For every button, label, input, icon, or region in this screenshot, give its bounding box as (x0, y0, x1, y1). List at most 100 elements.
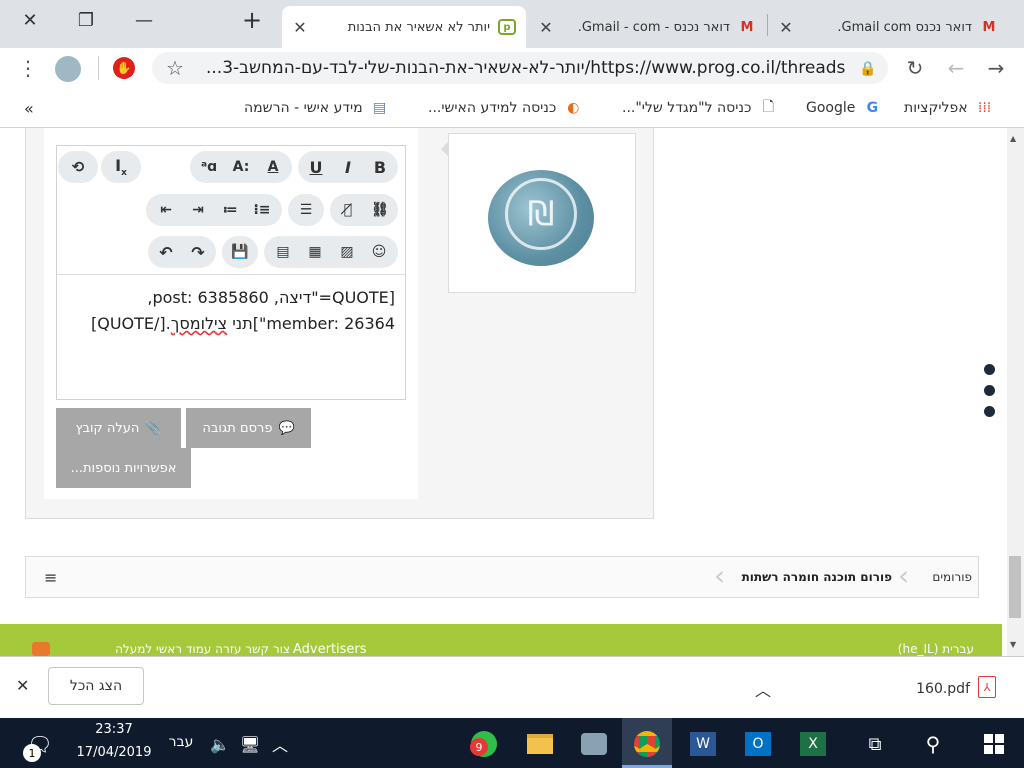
breadcrumb-forums[interactable]: פורומים (912, 570, 972, 584)
close-shelf-icon[interactable]: ✕ (16, 676, 32, 695)
tab-gmail-2[interactable]: M דואר נכנס - Gmail - com. ✕ (528, 6, 766, 48)
editor-line-1: [QUOTE="דיצה, post: 6385860, (147, 288, 395, 307)
clock-time[interactable]: 23:37 (66, 722, 162, 737)
scroll-up-icon[interactable]: ▲ (1010, 134, 1016, 143)
bold-button[interactable]: B (364, 158, 396, 177)
reload-icon[interactable]: ↻ (903, 56, 927, 80)
footer-advertisers[interactable]: Advertisers (293, 642, 373, 656)
insert-quote-button[interactable]: ▤ (267, 244, 299, 260)
bookmarks-overflow[interactable]: » (24, 97, 34, 119)
chevron-up-icon[interactable]: ︿ (755, 677, 775, 701)
bookmark-migdal[interactable]: 🗋 כניסה ל"מגדל שלי"... (622, 97, 777, 119)
font-family-button[interactable]: ᵃɑ (193, 159, 225, 175)
scroll-down-icon[interactable]: ▼ (1010, 640, 1016, 649)
excel-icon[interactable]: X (793, 724, 833, 764)
breadcrumb-chevron: ‹ (898, 559, 910, 592)
page-icon: 🗋 (762, 99, 774, 115)
link-button[interactable]: ⛓ (364, 202, 396, 218)
redo-button[interactable]: ↷ (182, 243, 214, 262)
tray-chevron-icon[interactable]: ︿ (260, 724, 300, 764)
page-dot[interactable] (984, 406, 995, 417)
tab-divider (767, 14, 768, 36)
back-icon[interactable]: → (984, 56, 1008, 80)
rss-icon[interactable] (32, 642, 50, 656)
bookmark-google[interactable]: G Google (806, 97, 881, 119)
bookmark-personal-info[interactable]: ◐ כניסה למידע האישי... (428, 97, 582, 119)
scrollbar-thumb[interactable] (1009, 556, 1021, 618)
whatsapp-badge: 9 (470, 738, 488, 756)
unlink-button[interactable]: ⛓̸ (332, 202, 364, 218)
lock-icon[interactable]: 🔒 (856, 57, 880, 81)
more-options-label: אפשרויות נוספות... (70, 460, 177, 476)
new-tab-icon[interactable]: + (226, 0, 278, 40)
insert-media-button[interactable]: ▦ (299, 244, 331, 260)
save-draft-button[interactable]: 💾 (222, 236, 258, 268)
toggle-bbcode-button[interactable]: ⟲ (58, 151, 98, 183)
bookmark-registration[interactable]: ▤ מידע אישי - הרשמה (244, 97, 389, 119)
page-dot[interactable] (984, 385, 995, 396)
bookmark-label: כניסה ל"מגדל שלי"... (622, 100, 752, 116)
google-icon: G (866, 100, 879, 116)
upload-file-button[interactable]: 📎 העלה קובץ (56, 408, 181, 448)
chrome-icon[interactable] (627, 724, 667, 764)
url-text[interactable]: https://www.prog.co.il/threads/יותר-לא-א… (206, 57, 856, 79)
tab-close-icon[interactable]: ✕ (292, 18, 308, 37)
footer-language[interactable]: עברית (he_IL) (880, 642, 974, 656)
show-all-button[interactable]: הצג הכל (48, 667, 144, 705)
insert-group: ▤ ▦ ▨ ☺ (264, 236, 398, 268)
apps-grid-icon: ⁞⁞⁞ (977, 100, 992, 116)
window-close-icon[interactable]: ✕ (2, 0, 58, 40)
word-icon[interactable]: W (683, 724, 723, 764)
list-group: ⇤ ⇥ ≔ ⁝≡ (146, 194, 282, 226)
tab-close-icon[interactable]: ✕ (538, 18, 554, 37)
outdent-button[interactable]: ⇤ (150, 202, 182, 218)
post-reply-button[interactable]: 💬 פרסם תגובה (186, 408, 311, 448)
font-color-button[interactable]: A (257, 159, 289, 175)
forward-icon[interactable]: ← (944, 56, 968, 80)
rich-text-editor[interactable] (56, 145, 406, 400)
start-windows-icon[interactable] (974, 724, 1014, 764)
tab-prog-active[interactable]: p יותר לא אשאיר את הבנות ✕ (282, 6, 526, 48)
footer-links[interactable]: צור קשר עזרה עמוד ראשי למעלה (62, 642, 290, 656)
window-minimize-icon[interactable]: — (116, 0, 172, 40)
tab-gmail-1[interactable]: M דואר נכנס Gmail com. ✕ (768, 6, 1008, 48)
tab-close-icon[interactable]: ✕ (778, 18, 794, 37)
bookmark-label: אפליקציות (904, 100, 968, 116)
more-options-button[interactable]: אפשרויות נוספות... (56, 448, 191, 488)
editor-content[interactable]: [QUOTE="דיצה, post: 6385860, member: 263… (70, 285, 395, 337)
breadcrumb-chevron: ‹ (714, 559, 726, 592)
input-language[interactable]: עבר (164, 734, 198, 750)
font-size-button[interactable]: A: (225, 159, 257, 175)
task-view-icon[interactable]: ⧉ (855, 724, 895, 764)
align-button[interactable]: ☰ (288, 194, 324, 226)
clock-date[interactable]: 17/04/2019 (66, 745, 162, 760)
photos-app-icon[interactable] (574, 724, 614, 764)
smiley-button[interactable]: ☺ (363, 244, 395, 260)
indent-button[interactable]: ⇥ (182, 202, 214, 218)
profile-avatar[interactable] (55, 56, 81, 82)
breadcrumb-current[interactable]: פורום תוכנה חומרה רשתות (730, 570, 892, 584)
page-dot[interactable] (984, 364, 995, 375)
window-restore-icon[interactable]: ❐ (58, 0, 114, 40)
history-group: ↶ ↷ (148, 236, 216, 268)
download-filename[interactable]: 160.pdf (890, 681, 970, 697)
file-explorer-icon[interactable] (520, 724, 560, 764)
tab-title: דואר נכנס - Gmail - com. (577, 19, 730, 35)
bookmark-star-icon[interactable]: ☆ (163, 56, 187, 80)
outlook-icon[interactable]: O (738, 724, 778, 764)
insert-image-button[interactable]: ▨ (331, 244, 363, 260)
numbered-list-button[interactable]: ≔ (214, 202, 246, 218)
menu-dots-icon[interactable]: ⋮ (16, 56, 40, 80)
undo-button[interactable]: ↶ (150, 243, 182, 262)
misspelled-word: צילומסך (170, 314, 228, 333)
adblock-extension-icon[interactable]: ✋ (113, 57, 135, 79)
search-icon[interactable]: ⚲ (913, 724, 953, 764)
hamburger-menu-icon[interactable]: ≡ (44, 568, 60, 587)
remove-format-button[interactable]: Ix (101, 151, 141, 183)
italic-button[interactable]: I (332, 158, 364, 177)
editor-line-2: member: 26364"]תני צילומסך.[/QUOTE] (70, 311, 395, 337)
bullet-list-button[interactable]: ⁝≡ (246, 202, 278, 218)
post-reply-label: פרסם תגובה (202, 420, 273, 436)
bookmark-apps[interactable]: ⁞⁞⁞ אפליקציות (904, 97, 994, 119)
underline-button[interactable]: U (300, 158, 332, 177)
